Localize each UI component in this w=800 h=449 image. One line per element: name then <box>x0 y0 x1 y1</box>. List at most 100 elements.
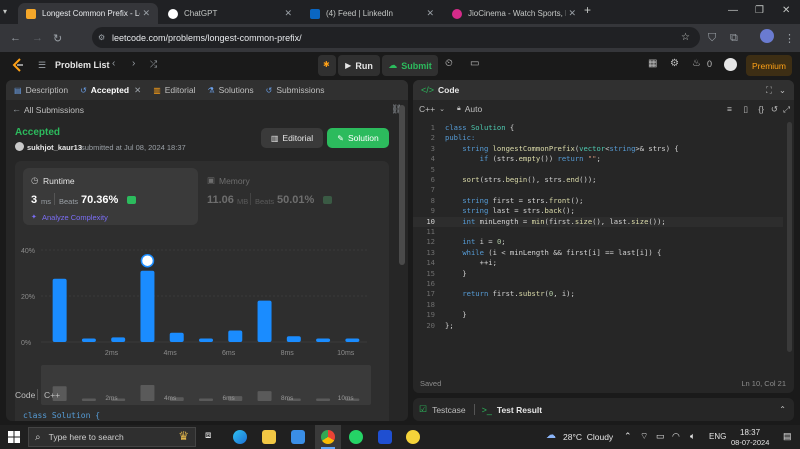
back-arrow-icon[interactable]: ← <box>12 104 21 114</box>
code-line[interactable]: 10 int minLength = min(first.size(), las… <box>413 216 783 227</box>
chart-bar[interactable] <box>316 338 331 342</box>
prev-problem-icon[interactable]: ‹ <box>112 58 115 69</box>
chart-bar[interactable] <box>345 338 360 342</box>
word-icon[interactable] <box>378 430 392 444</box>
file-explorer-icon[interactable] <box>262 430 276 444</box>
weather-text[interactable]: 28°C Cloudy <box>563 432 613 442</box>
braces-icon[interactable]: {} <box>758 104 764 114</box>
volume-icon[interactable]: 🔈︎ <box>690 431 695 442</box>
problem-list-link[interactable]: Problem List <box>55 60 110 70</box>
close-icon[interactable]: ✕ <box>134 85 141 96</box>
left-panel-scrollbar[interactable] <box>399 105 405 265</box>
collapse-icon[interactable]: ⌄ <box>779 85 786 96</box>
code-line[interactable]: 16 <box>413 279 783 289</box>
browser-tab-linkedin[interactable]: (4) Feed | LinkedIn ✕ <box>302 3 442 24</box>
url-field[interactable]: ⚙ leetcode.com/problems/longest-common-p… <box>92 27 700 48</box>
reload-icon[interactable]: ↻ <box>53 32 62 45</box>
taskbar-search-box[interactable]: ⌕ Type here to search ♛ <box>28 427 196 447</box>
restore-icon[interactable]: ❐ <box>755 5 764 16</box>
chevron-up-icon[interactable]: ⌃ <box>779 405 786 414</box>
memory-box[interactable]: ▣ Memory 11.06 MB Beats 50.01% <box>207 168 382 225</box>
chevron-down-icon[interactable]: ⌄ <box>439 105 445 113</box>
tab-test-result[interactable]: Test Result <box>497 405 542 415</box>
code-line[interactable]: 9 string last = strs.back(); <box>413 206 783 216</box>
settings-icon[interactable]: ⚙ <box>670 58 679 69</box>
clock-date[interactable]: 08-07-2024 <box>731 438 769 447</box>
premium-button[interactable]: Premium <box>746 55 792 76</box>
editorial-button[interactable]: ▥ Editorial <box>261 128 323 148</box>
reset-icon[interactable]: ↺ <box>771 104 778 115</box>
language-select[interactable]: C++ <box>419 104 435 114</box>
notification-icon[interactable]: ▤ <box>783 431 792 442</box>
chart-bar[interactable] <box>52 278 67 342</box>
streak-fire-icon[interactable]: ♨ <box>692 58 701 69</box>
all-submissions-link[interactable]: All Submissions <box>24 105 84 115</box>
code-line[interactable]: 14 ++i; <box>413 258 783 268</box>
code-line[interactable]: 3 string longestCommonPrefix(vector<stri… <box>413 144 783 154</box>
close-window-icon[interactable]: ✕ <box>782 5 790 16</box>
input-language[interactable]: ENG <box>709 432 726 441</box>
format-icon[interactable]: ≡ <box>727 104 732 114</box>
browser-tab-leetcode[interactable]: Longest Common Prefix - Leet ✕ <box>18 3 158 24</box>
tab-solutions[interactable]: ⚗ Solutions <box>207 85 253 95</box>
extensions-icon[interactable]: ⧉ <box>730 32 738 45</box>
edge-icon[interactable] <box>233 430 247 444</box>
submitter-name[interactable]: sukhjot_kaur13 <box>27 143 82 152</box>
analyze-complexity-link[interactable]: Analyze Complexity <box>42 213 108 222</box>
next-problem-icon[interactable]: › <box>132 58 135 69</box>
auto-mode-label[interactable]: Auto <box>465 104 483 114</box>
code-line[interactable]: 15 } <box>413 269 783 279</box>
windows-start-icon[interactable] <box>8 431 20 443</box>
back-icon[interactable]: ← <box>10 32 21 44</box>
expand-icon[interactable]: ⛶ <box>766 85 772 96</box>
code-area[interactable]: 1 class Solution {2 public: 3 string longes… <box>413 123 783 373</box>
bookmark-icon[interactable]: ▯ <box>743 104 748 115</box>
wifi-icon[interactable]: ◠ <box>672 431 680 442</box>
code-line[interactable]: 20}; <box>413 321 783 331</box>
layout-icon[interactable]: ▦ <box>648 58 657 69</box>
timer-icon[interactable]: ⏲ <box>445 58 453 69</box>
close-icon[interactable]: ✕ <box>142 8 150 19</box>
browser-tab-chatgpt[interactable]: ChatGPT ✕ <box>160 3 300 24</box>
tab-submissions[interactable]: ↺ Submissions <box>266 85 325 95</box>
forward-icon[interactable]: → <box>32 32 43 44</box>
close-icon[interactable]: ✕ <box>284 8 292 19</box>
submit-button[interactable]: ☁ Submit <box>382 55 438 76</box>
solution-button[interactable]: ✎ Solution <box>327 128 389 148</box>
code-line[interactable]: 4 if (strs.empty()) return ""; <box>413 154 783 164</box>
code-line[interactable]: 12 int i = 0; <box>413 237 783 247</box>
chrome-taskbar-button[interactable] <box>315 425 341 449</box>
chart-bar[interactable] <box>199 338 213 342</box>
run-button[interactable]: ▶ Run <box>338 55 380 76</box>
chart-bar[interactable] <box>81 338 96 342</box>
runtime-distribution-chart[interactable]: 40% 20% 0% 2ms 4ms 6ms 8ms 10ms 2ms 4ms 6ms 8ms 10… <box>15 229 389 421</box>
chart-bar[interactable] <box>286 336 301 342</box>
problem-list-icon[interactable]: ☰ <box>38 60 46 71</box>
user-avatar[interactable] <box>724 58 737 71</box>
shield-icon[interactable]: ⛉ <box>708 32 716 45</box>
code-line[interactable]: 2 public: <box>413 133 783 143</box>
code-line[interactable]: 13 while (i < minLength && first[i] == l… <box>413 248 783 258</box>
chart-bar[interactable] <box>257 300 272 342</box>
code-line[interactable]: 18 <box>413 300 783 310</box>
debug-button[interactable]: ✱ <box>318 55 336 76</box>
task-view-icon[interactable]: ⧈ <box>205 430 211 441</box>
network-icon[interactable]: ⌔ <box>640 431 648 442</box>
tab-accepted[interactable]: ↺ Accepted ✕ <box>80 85 141 96</box>
battery-icon[interactable]: ▭ <box>656 431 665 442</box>
tab-description[interactable]: ▤ Description <box>14 85 68 95</box>
chart-bar[interactable] <box>228 330 243 343</box>
norton-icon[interactable] <box>406 430 420 444</box>
notes-icon[interactable]: ▭ <box>470 58 479 69</box>
leetcode-logo-icon[interactable] <box>12 58 24 72</box>
profile-avatar[interactable] <box>760 29 774 43</box>
new-tab-button[interactable]: + <box>584 3 591 17</box>
menu-dots-icon[interactable]: ⋮ <box>784 32 795 45</box>
code-line[interactable]: 6 sort(strs.begin(), strs.end()); <box>413 175 783 185</box>
minimize-icon[interactable]: — <box>728 5 738 16</box>
tab-search-icon[interactable]: ▾ <box>3 7 7 16</box>
clock-time[interactable]: 18:37 <box>740 428 760 437</box>
tab-testcase[interactable]: Testcase <box>432 405 466 415</box>
bookmark-star-icon[interactable]: ☆ <box>681 32 690 43</box>
site-info-icon[interactable]: ⚙ <box>98 33 105 42</box>
